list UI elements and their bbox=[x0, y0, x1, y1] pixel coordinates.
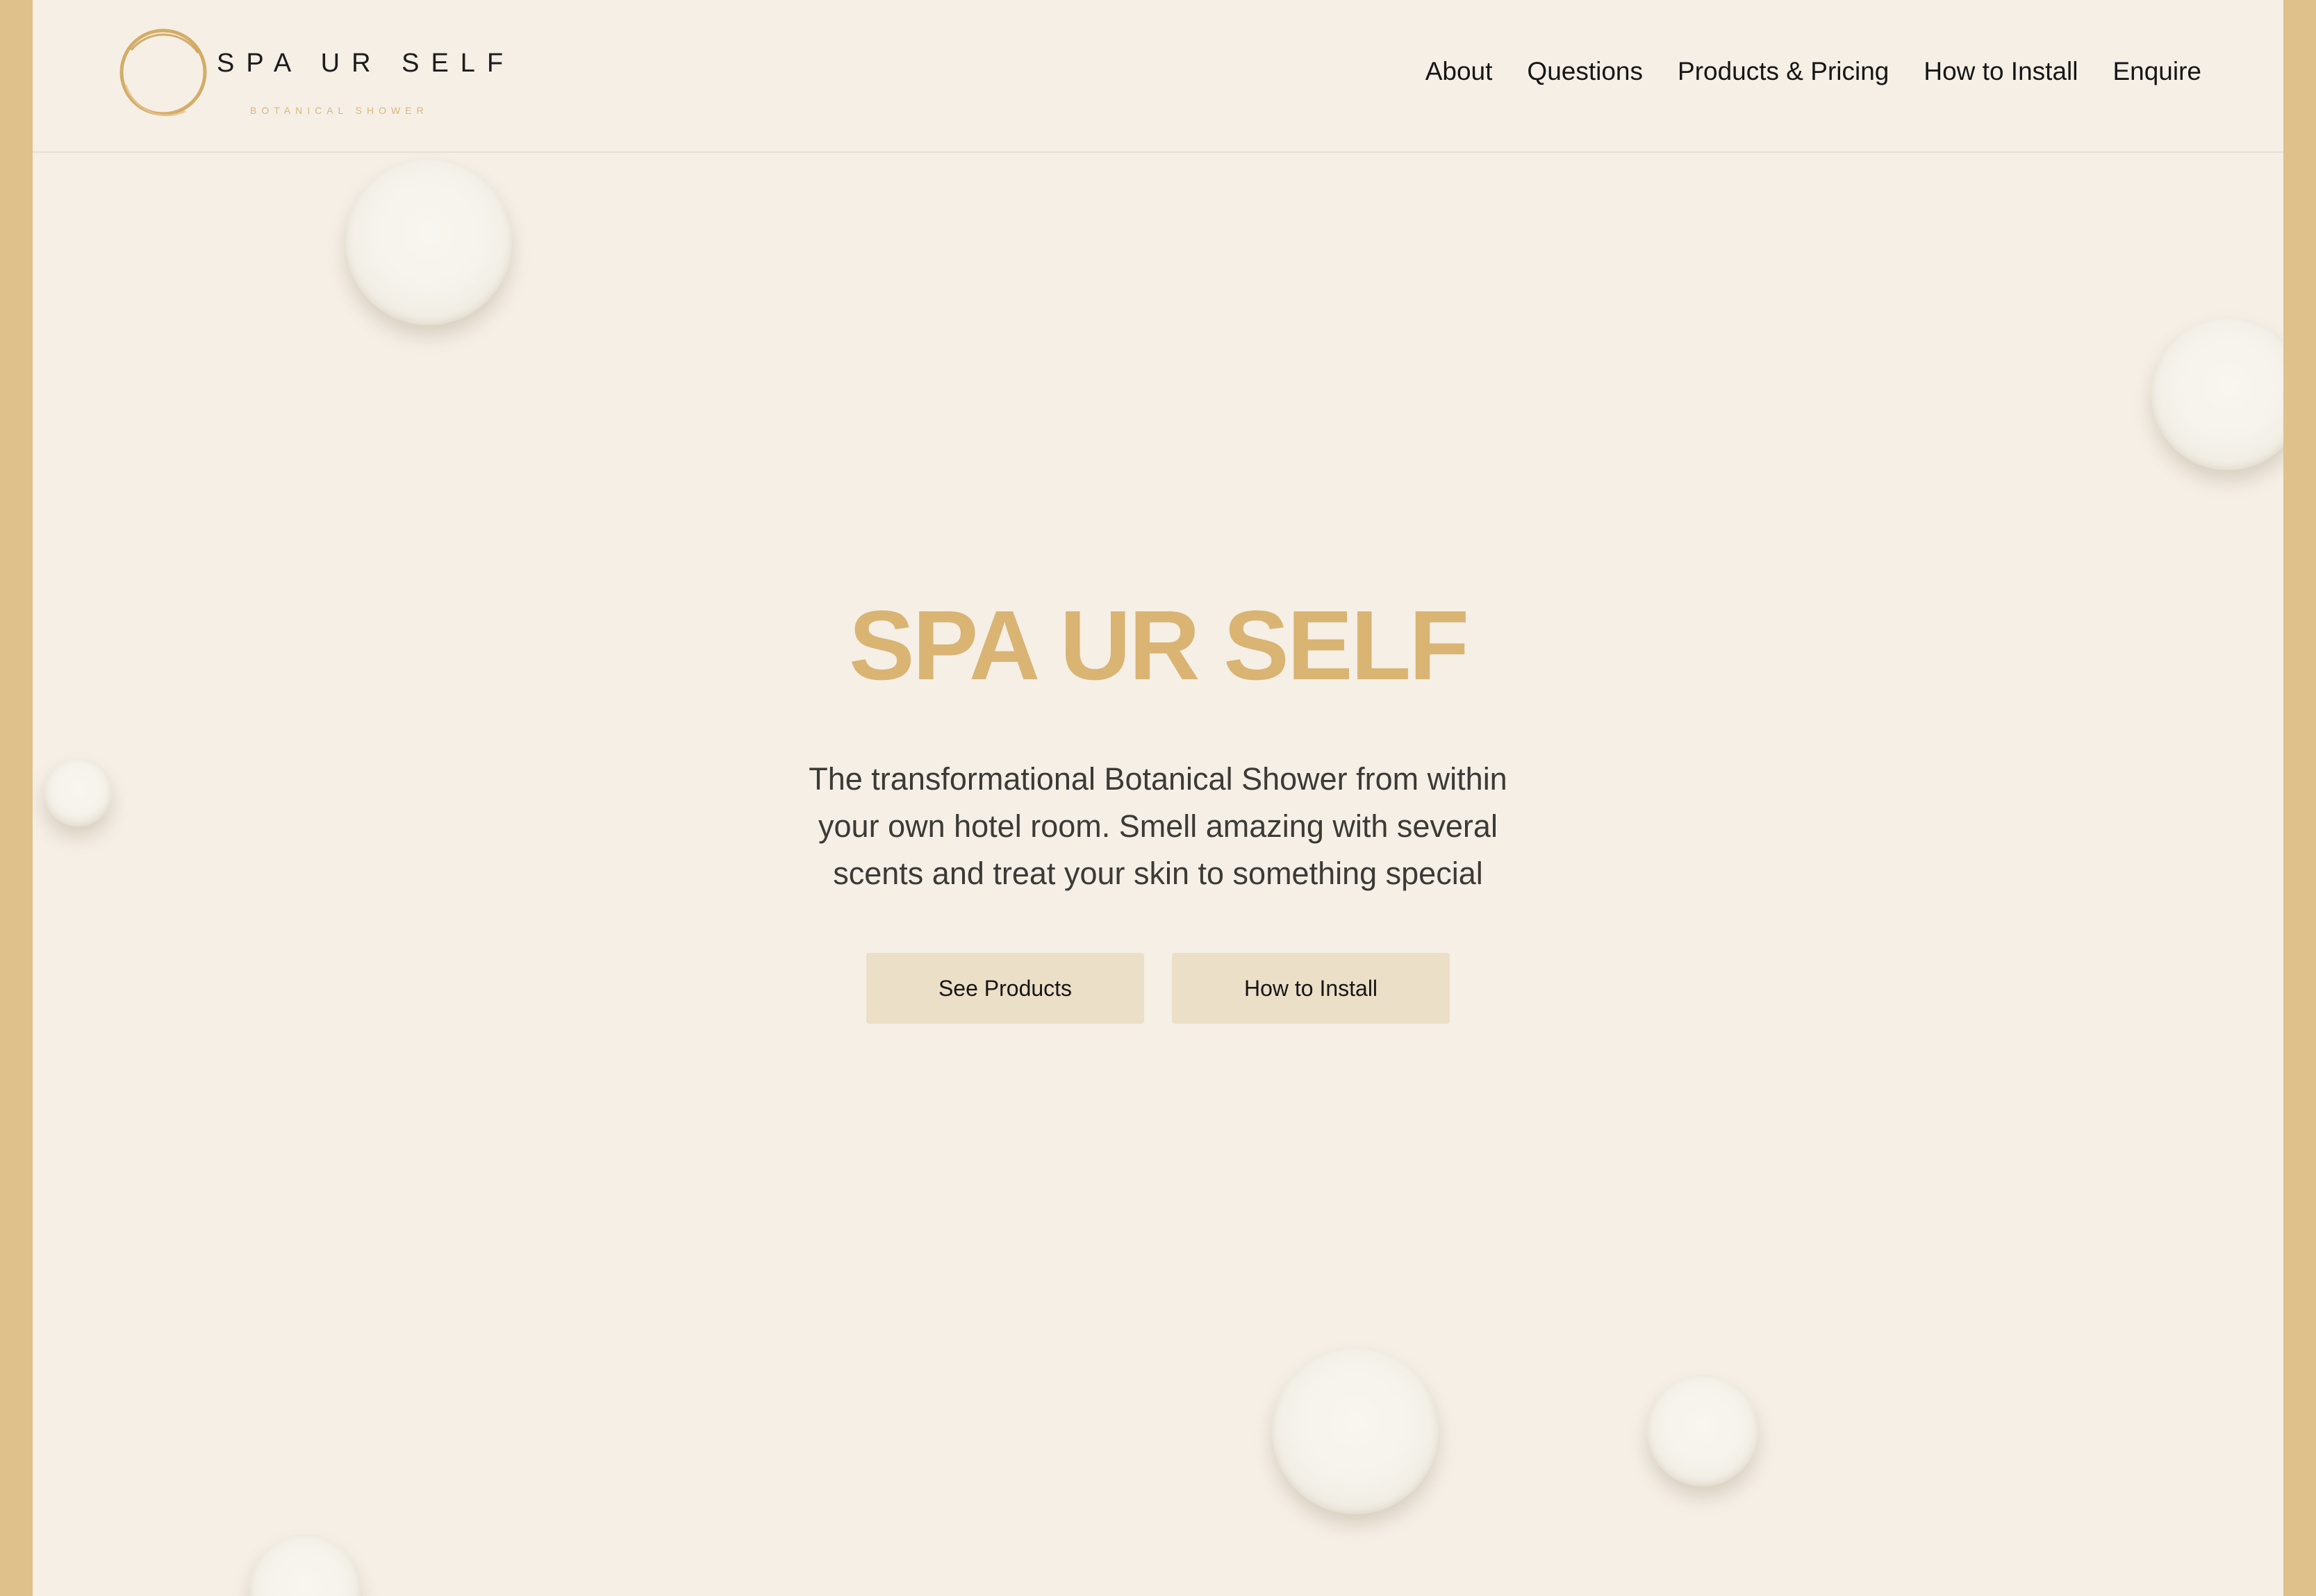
how-to-install-button[interactable]: How to Install bbox=[1172, 953, 1450, 1024]
brand-logo[interactable]: SPA UR SELF BOTANICAL SHOWER bbox=[116, 24, 505, 121]
logo-ring-icon bbox=[119, 28, 207, 117]
nav-item-questions[interactable]: Questions bbox=[1527, 57, 1643, 86]
nav-item-enquire[interactable]: Enquire bbox=[2112, 57, 2201, 86]
decorative-bubble bbox=[345, 158, 512, 325]
logo-tagline: BOTANICAL SHOWER bbox=[250, 105, 429, 116]
page: SPA UR SELF BOTANICAL SHOWER About Quest… bbox=[33, 0, 2283, 1596]
decorative-bubble bbox=[1647, 1375, 1758, 1486]
hero-description: The transformational Botanical Shower fr… bbox=[809, 761, 1507, 891]
decorative-bubble bbox=[2151, 317, 2283, 470]
logo-wordmark: SPA UR SELF bbox=[217, 49, 515, 78]
main-nav: About Questions Products & Pricing How t… bbox=[1425, 57, 2201, 86]
hero-title: SPA UR SELF bbox=[848, 590, 1469, 701]
nav-item-how-to-install[interactable]: How to Install bbox=[1924, 57, 2078, 86]
nav-item-products-pricing[interactable]: Products & Pricing bbox=[1678, 57, 1889, 86]
decorative-bubble bbox=[249, 1535, 361, 1596]
decorative-bubble bbox=[1272, 1347, 1439, 1514]
decorative-bubble bbox=[44, 758, 112, 826]
nav-item-about[interactable]: About bbox=[1425, 57, 1493, 86]
see-products-button[interactable]: See Products bbox=[866, 953, 1144, 1024]
site-header: SPA UR SELF BOTANICAL SHOWER About Quest… bbox=[33, 0, 2283, 153]
